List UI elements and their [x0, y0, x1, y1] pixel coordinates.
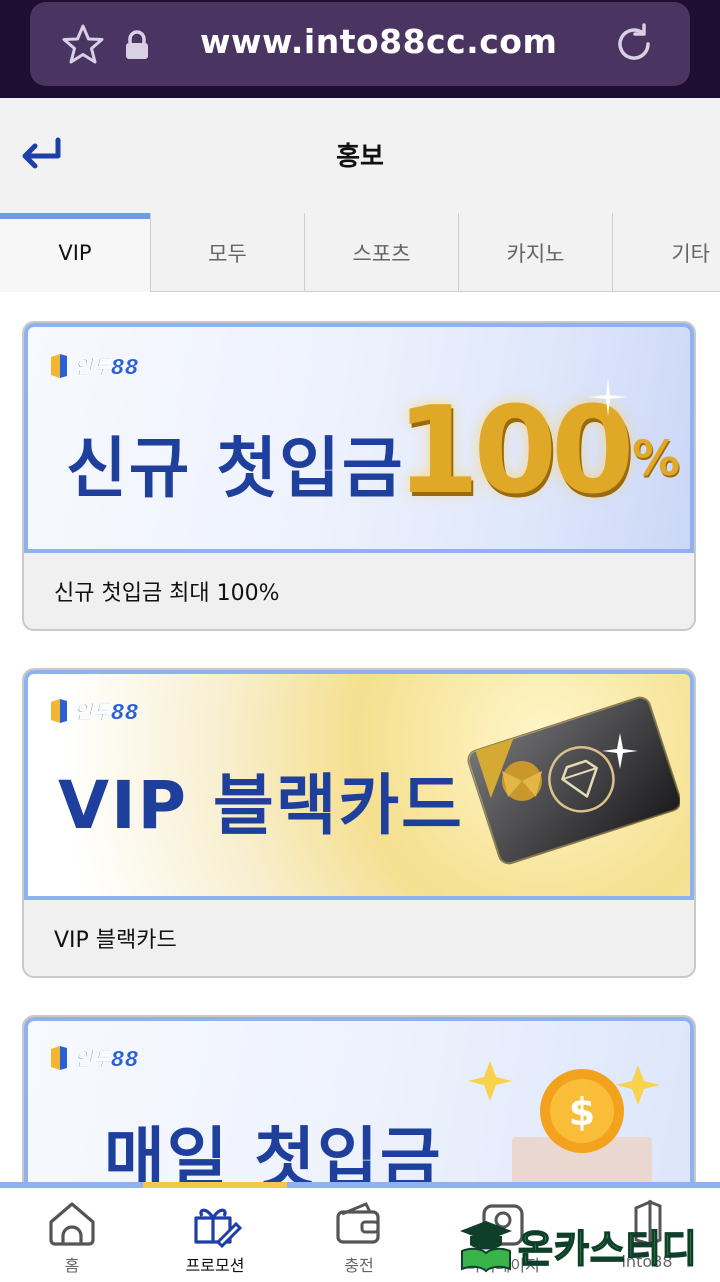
url-text: www.into88cc.com [200, 22, 558, 61]
app-header: 홍보 [0, 98, 720, 213]
banner-headline: VIP 블랙카드 [58, 767, 464, 844]
brand-mark-icon [51, 698, 67, 723]
promotion-caption: VIP 블랙카드 [54, 928, 177, 953]
category-tabs: VIP 모두 스포츠 카지노 기타 [0, 213, 720, 292]
page-title: 홍보 [336, 142, 384, 172]
reload-icon[interactable] [612, 22, 656, 66]
sparkle-icon [588, 377, 628, 417]
tab-sports[interactable]: 스포츠 [305, 213, 459, 292]
tab-vip[interactable]: VIP [0, 213, 151, 292]
active-tab-indicator [143, 1182, 287, 1188]
svg-text:$: $ [569, 1090, 595, 1134]
promotion-banner: 인투88 VIP 블랙카드 [24, 670, 694, 900]
watermark: 온카스터디 [458, 1216, 716, 1274]
banner-highlight-suffix: % [632, 431, 681, 487]
home-icon [49, 1202, 95, 1246]
promotion-card[interactable]: 인투88 매일 첫입금 $ [22, 1015, 696, 1182]
brand-logo: 인투88 [50, 351, 139, 380]
promotion-card[interactable]: 인투88 신규 첫입금 100 % 신규 첫입금 최대 100% [22, 321, 696, 631]
promotion-caption: 신규 첫입금 최대 100% [54, 581, 280, 606]
black-card-icon [467, 696, 680, 865]
nav-promotion[interactable]: 프로모션 [143, 1198, 287, 1282]
tab-etc[interactable]: 기타 [613, 213, 720, 292]
banner-headline: 매일 첫입금 [104, 1120, 443, 1182]
brand-logo: 인투88 [50, 1043, 139, 1072]
brand-logo: 인투88 [50, 696, 139, 725]
nav-home[interactable]: 홈 [0, 1198, 144, 1282]
tab-all[interactable]: 모두 [151, 213, 305, 292]
promotion-banner: 인투88 신규 첫입금 100 % [24, 323, 694, 553]
tab-casino[interactable]: 카지노 [459, 213, 613, 292]
banner-headline: 신규 첫입금 [66, 430, 405, 507]
nav-deposit[interactable]: 충전 [287, 1198, 431, 1282]
promotion-list: 인투88 신규 첫입금 100 % 신규 첫입금 최대 100% 인투88 VI… [0, 292, 720, 1182]
promotion-banner: 인투88 매일 첫입금 $ [24, 1017, 694, 1182]
brand-mark-icon [51, 1045, 67, 1070]
browser-toolbar: www.into88cc.com [0, 0, 720, 98]
url-bar[interactable]: www.into88cc.com [30, 2, 690, 86]
promotion-card[interactable]: 인투88 VIP 블랙카드 VIP 블랙카드 [22, 668, 696, 978]
graduation-book-icon [460, 1221, 512, 1273]
gift-icon [194, 1208, 242, 1248]
coin-box-icon: $ [468, 1061, 660, 1182]
wallet-icon [336, 1202, 380, 1244]
brand-mark-icon [51, 353, 67, 378]
lock-icon [126, 30, 148, 59]
star-icon[interactable] [60, 22, 106, 68]
